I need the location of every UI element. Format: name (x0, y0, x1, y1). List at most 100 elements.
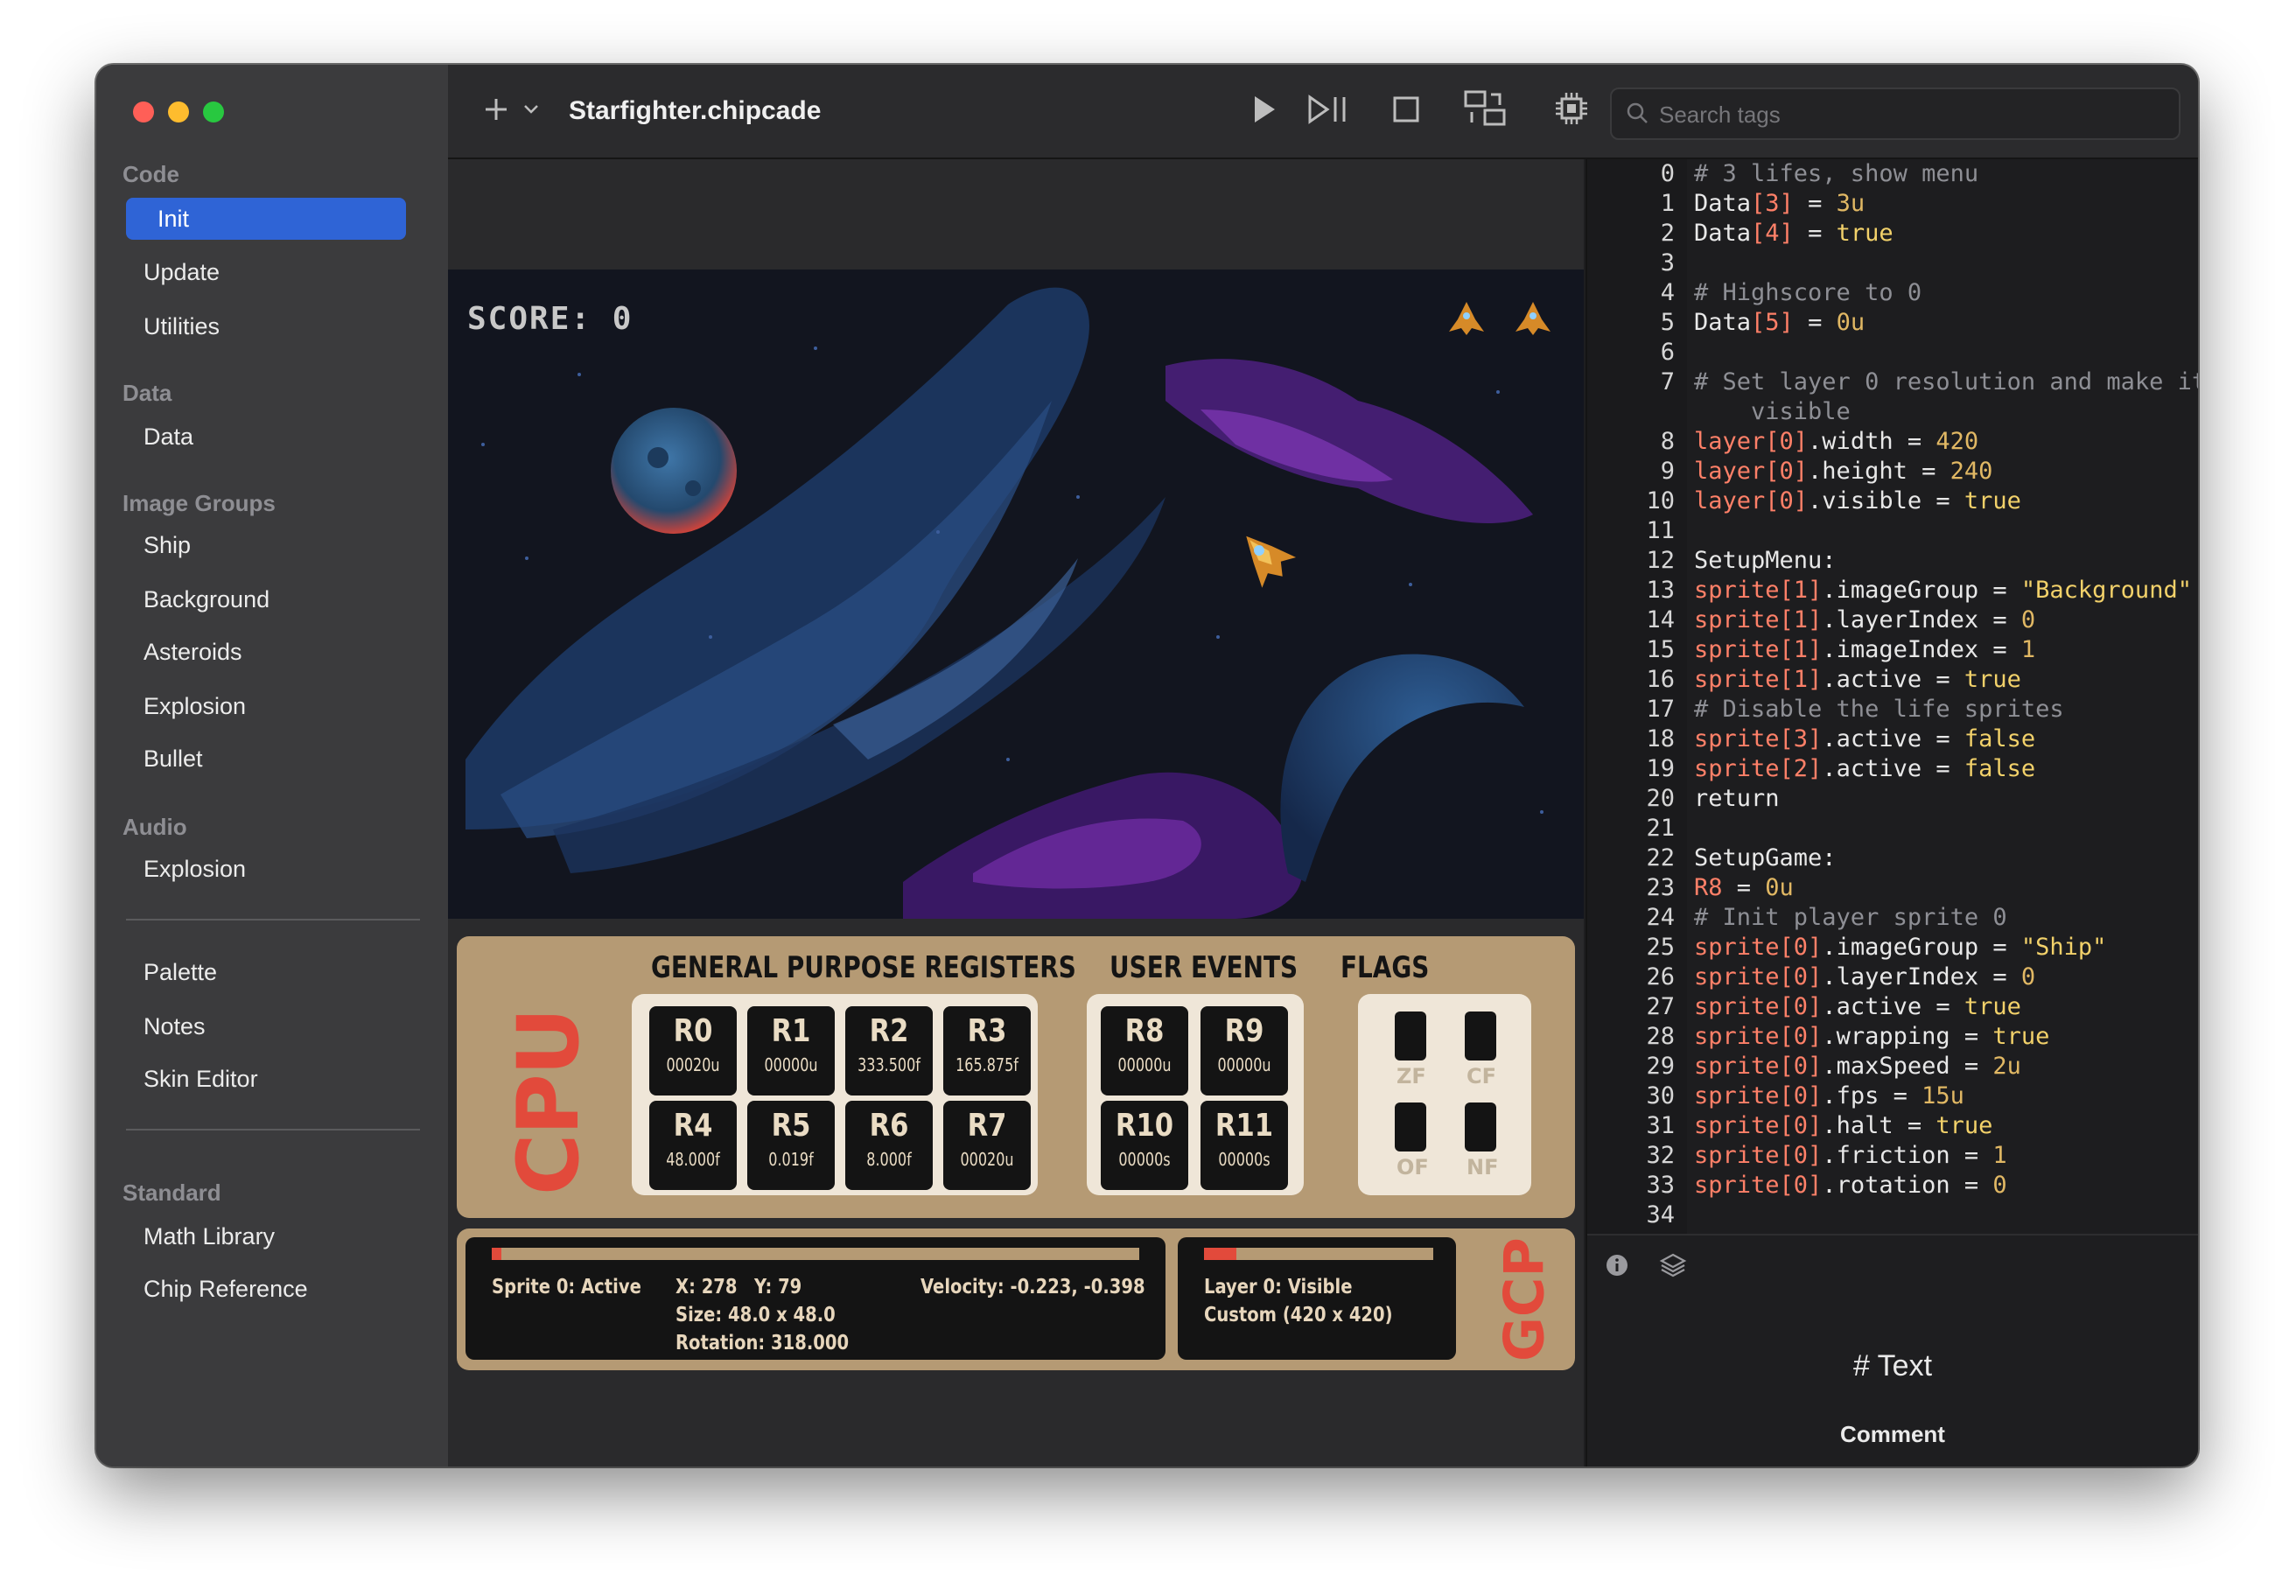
code-text: sprite[0].wrapping = true (1694, 1022, 2049, 1052)
sidebar-item-audio-explosion[interactable]: Explosion (144, 856, 246, 883)
code-token: sprite[1] (1694, 606, 1823, 634)
layers-icon[interactable] (1659, 1251, 1687, 1284)
register-r1: R1 00000u (747, 1006, 835, 1096)
code-token: sprite[2] (1694, 755, 1823, 782)
sidebar-item-asteroids[interactable]: Asteroids (144, 639, 242, 666)
code-line[interactable]: 20 return (1587, 784, 2198, 814)
code-token: = (1793, 309, 1837, 336)
code-line[interactable]: 3 (1587, 248, 2198, 278)
code-line[interactable]: 31 sprite[0].halt = true (1587, 1111, 2198, 1141)
chevron-down-icon[interactable] (523, 103, 539, 120)
code-line[interactable]: 4 # Highscore to 0 (1587, 278, 2198, 308)
plus-icon[interactable] (483, 96, 509, 127)
close-window-button[interactable] (133, 102, 154, 122)
code-token: sprite[1] (1694, 577, 1823, 604)
register-r4: R4 48.000f (649, 1101, 737, 1190)
code-line[interactable]: 10 layer[0].visible = true (1587, 486, 2198, 516)
code-line[interactable]: 24 # Init player sprite 0 (1587, 903, 2198, 933)
step-icon[interactable] (1307, 94, 1349, 130)
code-line[interactable]: 21 (1587, 814, 2198, 844)
code-line[interactable]: 28 sprite[0].wrapping = true (1587, 1022, 2198, 1052)
code-line[interactable]: 6 (1587, 338, 2198, 368)
code-line[interactable]: 34 (1587, 1200, 2198, 1230)
code-token: 420 (1936, 428, 1979, 455)
code-token: false (1964, 755, 2036, 782)
stop-icon[interactable] (1391, 94, 1421, 130)
code-token: sprite[0] (1694, 1112, 1823, 1139)
code-line[interactable]: 33 sprite[0].rotation = 0 (1587, 1171, 2198, 1200)
sidebar-item-explosion[interactable]: Explosion (144, 693, 246, 720)
minimize-window-button[interactable] (168, 102, 189, 122)
code-line[interactable]: 29 sprite[0].maxSpeed = 2u (1587, 1052, 2198, 1082)
sidebar-item-bullet[interactable]: Bullet (144, 746, 203, 773)
layer-progress-fill (1204, 1248, 1236, 1260)
code-line[interactable]: 2 Data[4] = true (1587, 219, 2198, 248)
code-token: .imageGroup = (1822, 577, 2021, 604)
line-number: 18 (1646, 725, 1675, 752)
code-text: sprite[1].imageGroup = "Background" (1694, 576, 2192, 606)
sprite-velocity: Velocity: -0.223, -0.398 (920, 1276, 1145, 1298)
code-line[interactable]: 1 Data[3] = 3u (1587, 189, 2198, 219)
code-line[interactable]: 13 sprite[1].imageGroup = "Background" (1587, 576, 2198, 606)
code-line[interactable]: 27 sprite[0].active = true (1587, 992, 2198, 1022)
code-line[interactable]: 22 SetupGame: (1587, 844, 2198, 873)
chip-icon[interactable] (1554, 91, 1589, 130)
code-editor[interactable]: 0 # 3 lifes, show menu 1 Data[3] = 3u 2 Data[… (1587, 159, 2198, 1234)
code-token: # Highscore to 0 (1694, 279, 1922, 306)
code-line[interactable]: 30 sprite[0].fps = 15u (1587, 1082, 2198, 1111)
sprite-rotation: Rotation: 318.000 (676, 1332, 850, 1354)
line-number: 6 (1660, 339, 1675, 366)
swap-icon[interactable] (1463, 89, 1507, 132)
code-text: sprite[0].fps = 15u (1694, 1082, 1964, 1111)
code-text: R8 = 0u (1694, 873, 1794, 903)
code-line[interactable]: 17 # Disable the life sprites (1587, 695, 2198, 724)
search-input[interactable]: Search tags (1659, 102, 1781, 129)
code-line[interactable]: 19 sprite[2].active = false (1587, 754, 2198, 784)
info-icon[interactable] (1605, 1253, 1629, 1282)
code-line[interactable]: 16 sprite[1].active = true (1587, 665, 2198, 695)
sidebar-item-data[interactable]: Data (144, 424, 193, 451)
code-line[interactable]: 25 sprite[0].imageGroup = "Ship" (1587, 933, 2198, 962)
code-line[interactable]: 8 layer[0].width = 420 (1587, 427, 2198, 457)
code-line[interactable]: 5 Data[5] = 0u (1587, 308, 2198, 338)
play-icon[interactable] (1251, 94, 1278, 130)
code-line[interactable]: 32 sprite[0].friction = 1 (1587, 1141, 2198, 1171)
sidebar-item-skin-editor[interactable]: Skin Editor (144, 1066, 258, 1093)
sidebar-item-utilities[interactable]: Utilities (144, 313, 220, 340)
sidebar-item-chip-reference[interactable]: Chip Reference (144, 1276, 308, 1303)
layer-status-box: Layer 0: Visible Custom (420 x 420) (1178, 1237, 1456, 1360)
sidebar-item-init[interactable]: Init (126, 198, 406, 240)
code-line[interactable]: 23 R8 = 0u (1587, 873, 2198, 903)
sidebar-item-math-library[interactable]: Math Library (144, 1223, 275, 1250)
code-text: visible (1694, 397, 1851, 427)
section-data: Data (122, 380, 172, 406)
code-line[interactable]: visible (1587, 397, 2198, 427)
code-line[interactable]: 15 sprite[1].imageIndex = 1 (1587, 635, 2198, 665)
sidebar-item-notes[interactable]: Notes (144, 1013, 206, 1040)
line-number: 7 (1660, 368, 1675, 396)
zoom-window-button[interactable] (203, 102, 224, 122)
sidebar-item-background[interactable]: Background (144, 586, 270, 613)
search-field[interactable]: Search tags (1610, 88, 2180, 140)
sidebar-item-ship[interactable]: Ship (144, 532, 191, 559)
code-line[interactable]: 18 sprite[3].active = false (1587, 724, 2198, 754)
code-token: 0u (1836, 309, 1866, 336)
code-line[interactable]: 11 (1587, 516, 2198, 546)
register-r11: R11 00000s (1200, 1101, 1288, 1190)
sidebar-item-palette[interactable]: Palette (144, 959, 217, 986)
code-text: sprite[1].layerIndex = 0 (1694, 606, 2035, 635)
code-line[interactable]: 9 layer[0].height = 240 (1587, 457, 2198, 486)
flag-cf-indicator (1465, 1012, 1496, 1060)
code-line[interactable]: 12 SetupMenu: (1587, 546, 2198, 576)
sidebar-item-update[interactable]: Update (144, 259, 220, 286)
line-number: 25 (1646, 934, 1675, 961)
game-screen[interactable]: SCORE: 0 (448, 270, 1584, 919)
code-line[interactable]: 0 # 3 lifes, show menu (1587, 159, 2198, 189)
code-line[interactable]: 26 sprite[0].layerIndex = 0 (1587, 962, 2198, 992)
code-line[interactable]: 14 sprite[1].layerIndex = 0 (1587, 606, 2198, 635)
line-number: 1 (1660, 190, 1675, 217)
code-line[interactable]: 7 # Set layer 0 resolution and make it (1587, 368, 2198, 397)
line-number: 2 (1660, 220, 1675, 247)
code-text: sprite[0].layerIndex = 0 (1694, 962, 2035, 992)
cpu-label: CPU (500, 1009, 598, 1196)
